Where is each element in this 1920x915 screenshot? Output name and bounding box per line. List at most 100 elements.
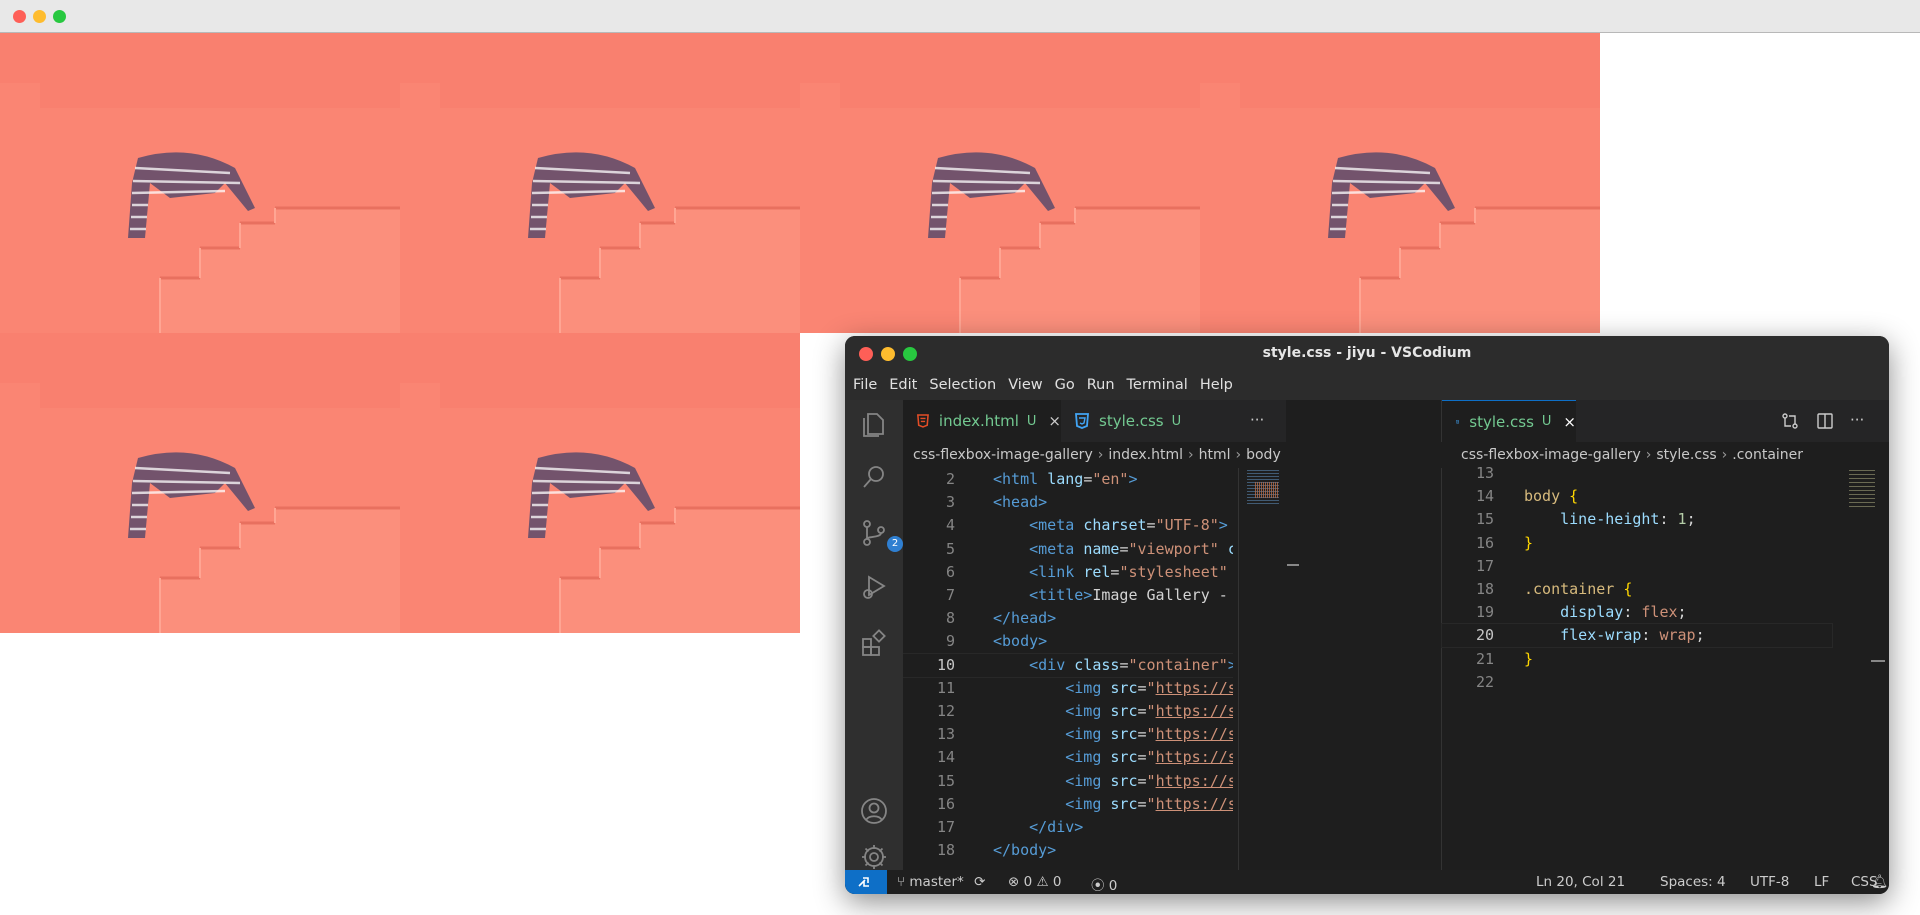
line-number: 22	[1475, 672, 1494, 691]
untracked-badge: U	[1171, 413, 1182, 429]
code-line: 15 <img src="https://source.unspla	[903, 770, 1233, 793]
code-text: <img src="https://source.unspla	[1065, 725, 1233, 744]
breadcrumb-item[interactable]: css-flexbox-image-gallery	[1461, 447, 1641, 463]
line-number: 12	[936, 702, 955, 720]
account-icon[interactable]	[859, 796, 889, 826]
chevron-right-icon: ›	[1645, 447, 1652, 463]
line-number: 14	[936, 748, 955, 767]
code-editor-style-css[interactable]: 13 14 body {15 line-height: 1; 16} 17 18 .cont…	[1441, 464, 1833, 870]
remote-indicator[interactable]	[845, 870, 887, 894]
right-editor-tabs: style.css U × ···	[1441, 400, 1889, 442]
extensions-icon[interactable]	[859, 628, 889, 658]
encoding[interactable]: UTF-8	[1750, 874, 1789, 890]
minimap[interactable]	[1238, 468, 1299, 870]
menu-view[interactable]: View	[1008, 377, 1042, 393]
problems-indicator[interactable]: ⊗ 0 ⚠ 0	[1008, 874, 1062, 890]
line-number: 20	[1475, 626, 1494, 645]
minimap-right[interactable]	[1839, 468, 1889, 870]
line-number: 3	[945, 493, 955, 512]
menu-edit[interactable]: Edit	[889, 377, 917, 393]
code-text: }	[1524, 649, 1534, 668]
broadcast-icon: ⦿	[1091, 878, 1105, 894]
breadcrumb-item[interactable]: .container	[1732, 447, 1803, 463]
minimize-window-button[interactable]	[33, 10, 46, 23]
code-text: <html lang="en">	[993, 470, 1138, 488]
line-number: 5	[945, 539, 955, 558]
code-text: .container {	[1524, 580, 1633, 598]
status-bar: ⑂ master* ⟳ ⊗ 0 ⚠ 0 ⦿ 0 Ln 20, Col 21 Sp…	[845, 870, 1889, 894]
untracked-badge: U	[1541, 414, 1552, 429]
breadcrumb-item[interactable]: style.css	[1656, 447, 1716, 463]
code-line: 8 </head>	[903, 607, 1233, 630]
code-line: 10 <div class="container">	[903, 652, 1233, 678]
line-number: 2	[945, 470, 955, 488]
code-text: <head>	[993, 493, 1048, 512]
more-actions-icon[interactable]: ···	[1850, 411, 1864, 429]
line-number: 4	[945, 516, 955, 535]
indentation[interactable]: Spaces: 4	[1660, 874, 1726, 890]
code-text: <div class="container">	[1029, 655, 1233, 674]
search-icon[interactable]	[859, 462, 889, 492]
breadcrumb-item[interactable]: body	[1246, 447, 1281, 463]
code-text: body {	[1524, 487, 1579, 506]
code-line: 5 <meta name="viewport" content="widt	[903, 538, 1233, 561]
tab-label: index.html	[938, 412, 1019, 430]
breadcrumb-item[interactable]: index.html	[1108, 447, 1183, 463]
code-text: </div>	[1029, 818, 1084, 836]
menu-selection[interactable]: Selection	[929, 377, 996, 393]
explorer-icon[interactable]	[859, 410, 889, 440]
code-line: 6 <link rel="stylesheet" href="style	[903, 561, 1233, 584]
menu-file[interactable]: File	[853, 377, 877, 393]
code-line: 18 .container {	[1442, 578, 1832, 601]
menu-help[interactable]: Help	[1200, 377, 1233, 393]
code-text: <img src="https://source.unspla	[1065, 771, 1233, 790]
line-number: 17	[1475, 556, 1494, 575]
chevron-right-icon: ›	[1188, 447, 1194, 463]
cursor-position[interactable]: Ln 20, Col 21	[1536, 874, 1625, 890]
line-number: 18	[936, 841, 955, 860]
close-tab-icon[interactable]: ×	[1563, 413, 1576, 431]
split-editor-icon[interactable]	[1816, 412, 1834, 434]
menu-run[interactable]: Run	[1087, 377, 1115, 393]
menu-bar: File Edit Selection View Go Run Terminal Help	[845, 370, 1889, 400]
notifications-bell-icon[interactable]: 🔔︎	[1871, 874, 1888, 890]
ports-indicator[interactable]: ⦿ 0	[1091, 874, 1117, 894]
css3-file-icon	[1075, 413, 1089, 429]
left-editor-tabs: index.html U × style.css U ···	[903, 400, 1286, 442]
code-text: <meta charset="UTF-8">	[1029, 516, 1228, 535]
code-text: <img src="https://source.unspla	[1065, 702, 1233, 720]
tab-style-css-active[interactable]: style.css U ×	[1442, 400, 1576, 442]
breadcrumb-item[interactable]: css-flexbox-image-gallery	[913, 447, 1093, 463]
chevron-right-icon: ›	[1097, 447, 1104, 463]
close-window-button[interactable]	[13, 10, 26, 23]
gallery-image	[0, 33, 400, 333]
line-number: 7	[945, 586, 955, 604]
code-line: 14 <img src="https://source.unspla	[903, 746, 1233, 769]
tab-index-html[interactable]: index.html U ×	[903, 400, 1061, 442]
code-line: 20 flex-wrap: wrap;	[1441, 623, 1833, 649]
settings-gear-icon[interactable]	[859, 842, 889, 872]
end-of-line[interactable]: LF	[1814, 874, 1829, 890]
menu-go[interactable]: Go	[1055, 377, 1075, 393]
code-editor-index-html[interactable]: 2 <html lang="en"> 3 <head> 4 <meta charset=…	[903, 468, 1233, 870]
close-tab-icon[interactable]: ×	[1048, 412, 1061, 430]
source-control-icon[interactable]: 2	[859, 518, 903, 552]
open-changes-icon[interactable]	[1781, 412, 1799, 434]
gallery-image	[800, 33, 1200, 333]
code-line: 16 <img src="https://source.unspla	[903, 793, 1233, 816]
code-line: 21}	[1442, 648, 1832, 671]
code-text: flex-wrap: wrap;	[1560, 626, 1705, 645]
tab-style-css[interactable]: style.css U	[1061, 400, 1201, 442]
maximize-window-button[interactable]	[53, 10, 66, 23]
code-line: 17	[1442, 555, 1832, 578]
git-branch-icon: ⑂	[897, 874, 906, 890]
more-actions-icon[interactable]: ···	[1250, 411, 1264, 429]
sync-icon: ⟳	[974, 874, 986, 890]
code-text: </body>	[993, 841, 1057, 860]
run-debug-icon[interactable]	[859, 572, 889, 602]
code-line: 2 <html lang="en">	[903, 468, 1233, 491]
menu-terminal[interactable]: Terminal	[1127, 377, 1188, 393]
code-text: display: flex;	[1560, 603, 1687, 622]
breadcrumb-item[interactable]: html	[1199, 447, 1231, 463]
branch-indicator[interactable]: ⑂ master* ⟳	[897, 874, 985, 890]
